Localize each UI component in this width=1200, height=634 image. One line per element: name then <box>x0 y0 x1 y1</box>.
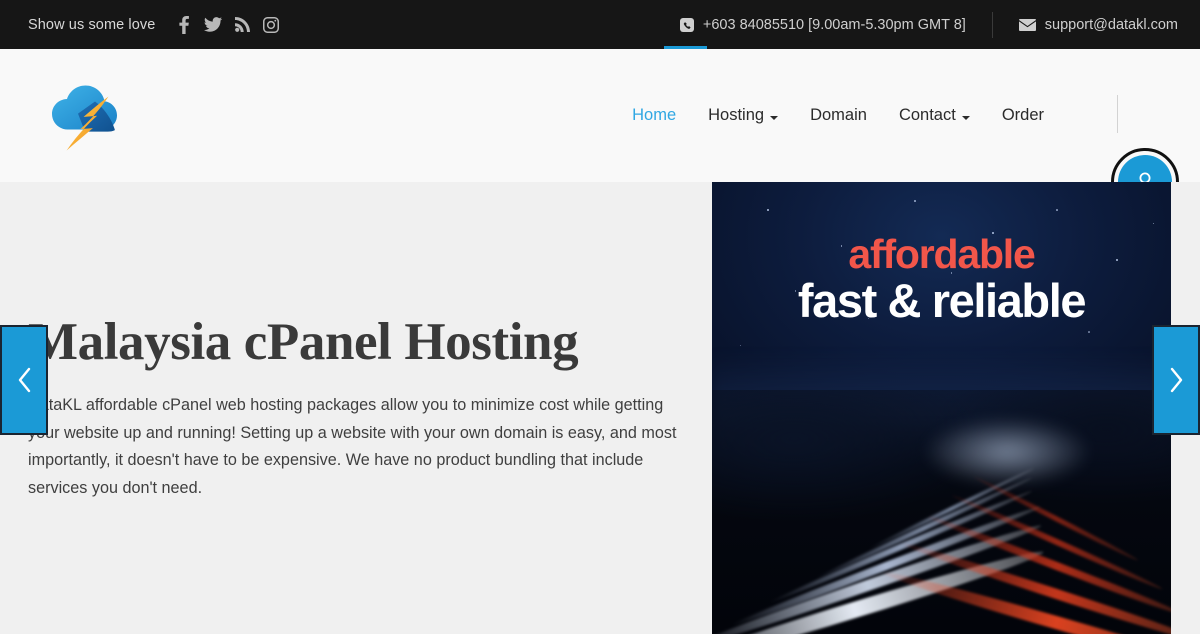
hero-headline-line2: fast & reliable <box>797 274 1087 327</box>
chevron-left-icon <box>18 367 30 393</box>
instagram-icon[interactable] <box>262 16 280 34</box>
hero-carousel: affordable fast & reliable Malaysia cPan… <box>0 182 1200 634</box>
chevron-right-icon <box>1170 367 1182 393</box>
top-bar: Show us some love +603 84085510 [9.00am-… <box>0 0 1200 50</box>
hero-description: DataKL affordable cPanel web hosting pac… <box>28 396 677 497</box>
hero-headline-line1: affordable <box>848 231 1035 277</box>
account-area <box>1078 49 1200 216</box>
nav-label-domain: Domain <box>810 106 867 124</box>
header-divider <box>1117 95 1118 133</box>
datakl-cloud-bolt-logo[interactable] <box>44 78 126 154</box>
hero-image-headline: affordable fast & reliable <box>712 231 1171 327</box>
envelope-icon <box>1018 18 1036 31</box>
top-bar-right-group: +603 84085510 [9.00am-5.30pm GMT 8] supp… <box>679 11 1178 38</box>
facebook-icon[interactable] <box>175 15 193 34</box>
twitter-icon[interactable] <box>204 16 223 34</box>
main-navigation: Home Hosting Domain Contact Order <box>616 106 1078 125</box>
page-title: Malaysia cPanel Hosting <box>28 313 579 371</box>
nav-item-domain[interactable]: Domain <box>794 106 883 125</box>
nav-item-contact[interactable]: Contact <box>883 106 986 125</box>
nav-label-contact: Contact <box>898 106 956 124</box>
hero-image-night-highway: affordable fast & reliable <box>712 182 1171 634</box>
top-bar-left-group: Show us some love <box>28 15 280 34</box>
chevron-down-icon <box>961 115 970 120</box>
email-address: support@datakl.com <box>1044 16 1178 33</box>
nav-item-order[interactable]: Order <box>986 106 1060 125</box>
phone-number: +603 84085510 [9.00am-5.30pm GMT 8] <box>702 16 966 33</box>
carousel-prev-button[interactable] <box>0 325 48 435</box>
show-us-some-love-label: Show us some love <box>28 16 156 33</box>
carousel-next-button[interactable] <box>1152 325 1200 435</box>
nav-item-home[interactable]: Home <box>616 106 692 125</box>
social-links <box>175 15 280 34</box>
phone-icon <box>679 17 694 32</box>
nav-label-order: Order <box>1001 106 1044 124</box>
nav-item-hosting[interactable]: Hosting <box>692 106 794 125</box>
chevron-down-icon <box>770 115 779 120</box>
hero-copy: Malaysia cPanel Hosting DataKL affordabl… <box>28 314 688 502</box>
phone-contact[interactable]: +603 84085510 [9.00am-5.30pm GMT 8] <box>679 16 966 33</box>
email-contact[interactable]: support@datakl.com <box>1018 16 1178 33</box>
nav-label-hosting: Hosting <box>708 106 765 124</box>
top-bar-divider <box>991 11 993 38</box>
nav-label-home: Home <box>632 106 677 124</box>
site-header: Home Hosting Domain Contact Order <box>0 49 1200 216</box>
hero-road-glow <box>921 417 1092 488</box>
rss-icon[interactable] <box>233 16 251 34</box>
